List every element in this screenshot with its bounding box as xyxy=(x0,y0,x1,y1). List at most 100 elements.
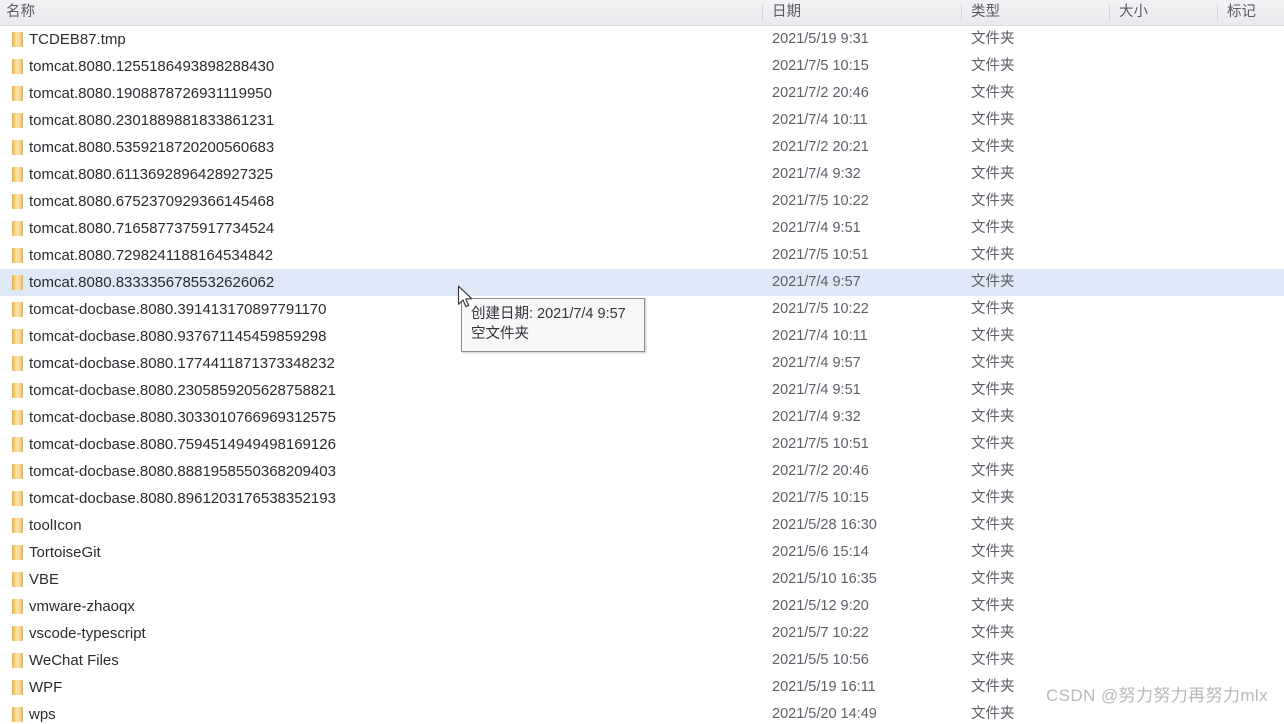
file-type-cell: 文件夹 xyxy=(971,436,1015,452)
file-size-cell xyxy=(1119,134,1209,161)
column-header-name[interactable]: 名称 xyxy=(6,0,756,25)
file-date-cell: 2021/7/4 9:57 xyxy=(772,274,861,290)
folder-icon xyxy=(10,539,26,566)
file-name-cell: tomcat.8080.5359218720200560683 xyxy=(29,139,275,156)
watermark: CSDN @努力努力再努力mlx xyxy=(1046,686,1268,705)
file-tag-cell xyxy=(1227,323,1282,350)
file-tooltip: 创建日期: 2021/7/4 9:57 空文件夹 xyxy=(461,298,645,352)
file-name-cell: vmware-zhaoqx xyxy=(29,598,135,615)
tooltip-created-date: 创建日期: 2021/7/4 9:57 xyxy=(471,306,626,322)
file-name-cell: tomcat.8080.8333356785532626062 xyxy=(29,274,275,291)
file-name-cell: tomcat-docbase.8080.8961203176538352193 xyxy=(29,490,336,507)
folder-icon xyxy=(10,566,26,593)
file-type-cell: 文件夹 xyxy=(971,382,1015,398)
folder-icon xyxy=(10,323,26,350)
file-size-cell xyxy=(1119,647,1209,674)
file-name-cell: vscode-typescript xyxy=(29,625,146,642)
file-type-cell: 文件夹 xyxy=(971,139,1015,155)
file-size-cell xyxy=(1119,53,1209,80)
file-size-cell xyxy=(1119,269,1209,296)
file-row[interactable]: tomcat.8080.5359218720200560683 2021/7/2 … xyxy=(0,134,1284,161)
file-row[interactable]: vmware-zhaoqx 2021/5/12 9:20 文件夹 xyxy=(0,593,1284,620)
column-header-size[interactable]: 大小 xyxy=(1119,0,1209,25)
column-divider-type-size[interactable] xyxy=(1109,4,1110,21)
file-tag-cell xyxy=(1227,269,1282,296)
file-row[interactable]: tomcat-docbase.8080.1774411871373348232 2… xyxy=(0,350,1284,377)
column-divider-size-tag[interactable] xyxy=(1217,4,1218,21)
folder-icon xyxy=(10,593,26,620)
file-tag-cell xyxy=(1227,566,1282,593)
file-name-cell: WeChat Files xyxy=(29,652,119,669)
file-date-cell: 2021/7/2 20:46 xyxy=(772,463,869,479)
file-row[interactable]: tomcat-docbase.8080.2305859205628758821 2… xyxy=(0,377,1284,404)
file-row[interactable]: tomcat.8080.2301889881833861231 2021/7/4 … xyxy=(0,107,1284,134)
file-tag-cell xyxy=(1227,620,1282,647)
file-row[interactable]: tomcat.8080.7165877375917734524 2021/7/4 … xyxy=(0,215,1284,242)
file-type-cell: 文件夹 xyxy=(971,652,1015,668)
file-explorer-list-view: 名称 日期 类型 大小 标记 TCDEB87.tmp 2021/5/19 9:31… xyxy=(0,0,1284,724)
file-row[interactable]: TortoiseGit 2021/5/6 15:14 文件夹 xyxy=(0,539,1284,566)
folder-icon xyxy=(10,107,26,134)
file-name-cell: tomcat-docbase.8080.3033010766969312575 xyxy=(29,409,336,426)
file-row[interactable]: tomcat-docbase.8080.8961203176538352193 2… xyxy=(0,485,1284,512)
file-row[interactable]: VBE 2021/5/10 16:35 文件夹 xyxy=(0,566,1284,593)
file-size-cell xyxy=(1119,350,1209,377)
file-row[interactable]: tomcat.8080.6113692896428927325 2021/7/4 … xyxy=(0,161,1284,188)
file-size-cell xyxy=(1119,188,1209,215)
file-row[interactable]: tomcat.8080.1908878726931119950 2021/7/2 … xyxy=(0,80,1284,107)
column-divider-name-date[interactable] xyxy=(762,4,763,21)
file-row[interactable]: tomcat-docbase.8080.3033010766969312575 2… xyxy=(0,404,1284,431)
file-name-cell: TortoiseGit xyxy=(29,544,101,561)
file-date-cell: 2021/5/6 15:14 xyxy=(772,544,869,560)
file-tag-cell xyxy=(1227,512,1282,539)
column-header-tag[interactable]: 标记 xyxy=(1227,0,1282,25)
column-header-date[interactable]: 日期 xyxy=(772,0,967,25)
file-name-cell: WPF xyxy=(29,679,63,696)
folder-icon xyxy=(10,512,26,539)
folder-icon xyxy=(10,161,26,188)
file-name-cell: tomcat-docbase.8080.2305859205628758821 xyxy=(29,382,336,399)
file-row[interactable]: tomcat.8080.1255186493898288430 2021/7/5 … xyxy=(0,53,1284,80)
file-tag-cell xyxy=(1227,80,1282,107)
file-row[interactable]: vscode-typescript 2021/5/7 10:22 文件夹 xyxy=(0,620,1284,647)
file-type-cell: 文件夹 xyxy=(971,355,1015,371)
file-name-cell: VBE xyxy=(29,571,60,588)
file-size-cell xyxy=(1119,161,1209,188)
file-row[interactable]: toolIcon 2021/5/28 16:30 文件夹 xyxy=(0,512,1284,539)
folder-icon xyxy=(10,53,26,80)
file-size-cell xyxy=(1119,404,1209,431)
file-row[interactable]: tomcat-docbase.8080.7594514949498169126 2… xyxy=(0,431,1284,458)
file-size-cell xyxy=(1119,80,1209,107)
file-date-cell: 2021/7/4 9:32 xyxy=(772,409,861,425)
file-name-cell: tomcat.8080.6113692896428927325 xyxy=(29,166,274,183)
file-size-cell xyxy=(1119,566,1209,593)
file-date-cell: 2021/7/4 10:11 xyxy=(772,328,868,344)
file-size-cell xyxy=(1119,26,1209,53)
file-date-cell: 2021/7/5 10:15 xyxy=(772,490,869,506)
folder-icon xyxy=(10,269,26,296)
tooltip-empty-folder: 空文件夹 xyxy=(471,326,529,342)
file-size-cell xyxy=(1119,107,1209,134)
file-date-cell: 2021/7/5 10:22 xyxy=(772,193,869,209)
file-size-cell xyxy=(1119,620,1209,647)
file-type-cell: 文件夹 xyxy=(971,301,1015,317)
file-row[interactable]: tomcat.8080.7298241188164534842 2021/7/5 … xyxy=(0,242,1284,269)
file-name-cell: tomcat.8080.1255186493898288430 xyxy=(29,58,275,75)
file-tag-cell xyxy=(1227,404,1282,431)
column-divider-date-type[interactable] xyxy=(961,4,962,21)
file-row[interactable]: tomcat.8080.8333356785532626062 2021/7/4 … xyxy=(0,269,1284,296)
file-tag-cell xyxy=(1227,53,1282,80)
file-type-cell: 文件夹 xyxy=(971,571,1015,587)
file-size-cell xyxy=(1119,377,1209,404)
file-row[interactable]: tomcat.8080.6752370929366145468 2021/7/5 … xyxy=(0,188,1284,215)
file-type-cell: 文件夹 xyxy=(971,166,1015,182)
file-type-cell: 文件夹 xyxy=(971,517,1015,533)
file-list: TCDEB87.tmp 2021/5/19 9:31 文件夹 tomcat.8080.… xyxy=(0,26,1284,724)
file-row[interactable]: tomcat-docbase.8080.8881958550368209403 2… xyxy=(0,458,1284,485)
column-header-type[interactable]: 类型 xyxy=(971,0,1101,25)
file-row[interactable]: WeChat Files 2021/5/5 10:56 文件夹 xyxy=(0,647,1284,674)
file-size-cell xyxy=(1119,512,1209,539)
file-date-cell: 2021/5/10 16:35 xyxy=(772,571,877,587)
file-size-cell xyxy=(1119,431,1209,458)
file-row[interactable]: TCDEB87.tmp 2021/5/19 9:31 文件夹 xyxy=(0,26,1284,53)
